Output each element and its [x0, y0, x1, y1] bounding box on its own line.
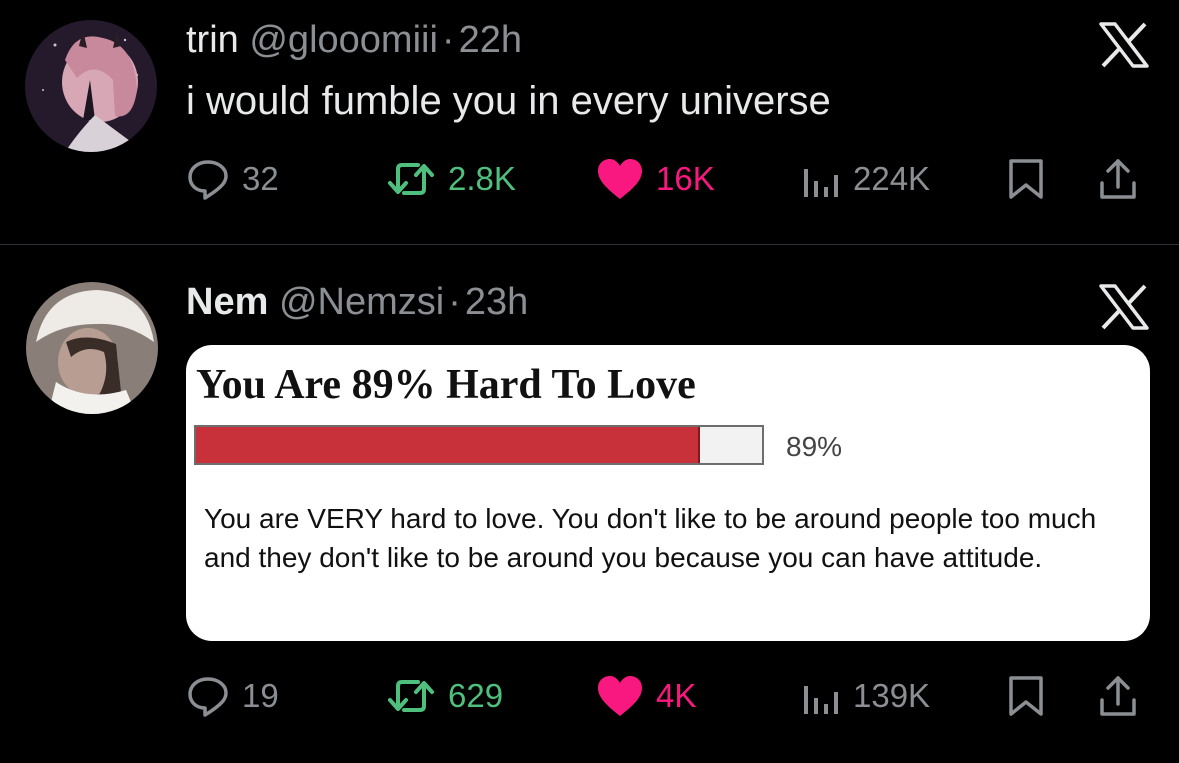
bar-chart-icon	[804, 686, 838, 714]
reply-count: 19	[242, 677, 279, 714]
tweet-text: i would fumble you in every universe	[186, 79, 831, 123]
avatar-image	[26, 282, 158, 414]
views-count: 139K	[853, 677, 931, 714]
tweet-actions: 32 2.8K 16K 224K	[186, 154, 1146, 204]
speech-bubble-icon	[188, 677, 228, 717]
reply-button[interactable]: 32	[186, 154, 279, 204]
tweet-header: trin @glooomiii · 22h	[186, 18, 522, 62]
quiz-result-image[interactable]: You Are 89% Hard To Love 89% You are VER…	[186, 345, 1150, 641]
bookmark-button[interactable]	[1006, 671, 1046, 721]
quiz-percent-label: 89%	[786, 431, 843, 462]
views-button[interactable]: 224K	[801, 154, 930, 204]
reply-count: 32	[242, 160, 279, 197]
heart-icon	[598, 676, 642, 716]
views-button[interactable]: 139K	[801, 671, 930, 721]
repost-arrows-icon	[388, 680, 434, 712]
separator-dot: ·	[448, 281, 461, 323]
avatar[interactable]	[25, 20, 157, 152]
display-name[interactable]: Nem	[186, 281, 268, 323]
x-logo-icon	[1099, 22, 1149, 68]
repost-arrows-icon	[388, 163, 434, 195]
tweet-header: Nem @Nemzsi · 23h	[186, 280, 528, 324]
avatar[interactable]	[26, 282, 158, 414]
like-count: 4K	[656, 677, 697, 714]
timestamp[interactable]: 22h	[459, 19, 522, 61]
share-icon	[1100, 159, 1136, 199]
repost-button[interactable]: 2.8K	[386, 154, 516, 204]
share-button[interactable]	[1098, 671, 1138, 721]
bookmark-icon	[1009, 159, 1043, 199]
x-logo-icon	[1099, 284, 1149, 330]
like-count: 16K	[656, 160, 715, 197]
quiz-progress-fill	[196, 427, 700, 463]
separator-dot: ·	[441, 19, 455, 61]
timestamp[interactable]: 23h	[465, 281, 528, 323]
share-button[interactable]	[1098, 154, 1138, 204]
bar-chart-icon	[804, 169, 838, 197]
bookmark-icon	[1009, 676, 1043, 716]
repost-count: 629	[448, 677, 504, 714]
repost-button[interactable]: 629	[386, 671, 503, 721]
tweet-2[interactable]: Nem @Nemzsi · 23h You Are 89% Hard To Love…	[0, 245, 1179, 763]
like-button[interactable]: 16K	[596, 154, 715, 204]
share-icon	[1100, 676, 1136, 716]
user-handle[interactable]: @Nemzsi	[279, 281, 444, 323]
reply-button[interactable]: 19	[186, 671, 279, 721]
quiz-progress-bar	[194, 425, 764, 465]
quiz-title: You Are 89% Hard To Love	[196, 362, 696, 408]
display-name[interactable]: trin	[186, 19, 239, 61]
tweet-1[interactable]: trin @glooomiii · 22h i would fumble you i…	[0, 0, 1179, 245]
speech-bubble-icon	[188, 160, 228, 200]
like-button[interactable]: 4K	[596, 671, 696, 721]
repost-count: 2.8K	[448, 160, 516, 197]
heart-icon	[598, 159, 642, 199]
bookmark-button[interactable]	[1006, 154, 1046, 204]
user-handle[interactable]: @glooomiii	[249, 19, 438, 61]
views-count: 224K	[853, 160, 931, 197]
quiz-description: You are VERY hard to love. You don't lik…	[204, 503, 1097, 573]
tweet-actions: 19 629 4K 139K	[186, 671, 1146, 721]
avatar-image	[25, 20, 157, 152]
